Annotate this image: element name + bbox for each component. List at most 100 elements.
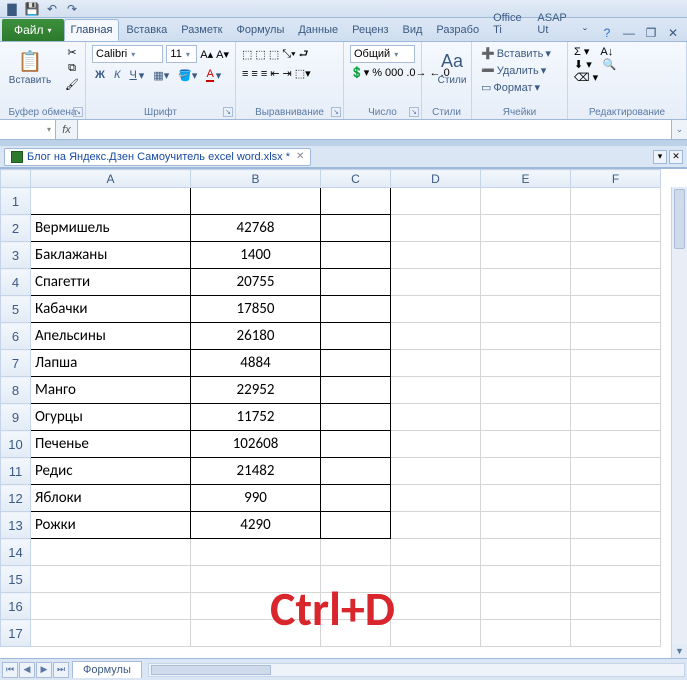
cell-C8[interactable] — [321, 377, 391, 404]
cell-C9[interactable] — [321, 404, 391, 431]
cell-F11[interactable] — [571, 458, 661, 485]
clipboard-launcher[interactable]: ↘ — [73, 107, 83, 117]
tab-close-icon[interactable]: ✕ — [669, 150, 683, 164]
underline-button[interactable]: Ч▾ — [126, 67, 147, 84]
align-bottom-icon[interactable]: ⬚ — [269, 48, 279, 61]
cell-F2[interactable] — [571, 215, 661, 242]
cell-D2[interactable] — [391, 215, 481, 242]
cell-E6[interactable] — [481, 323, 571, 350]
cell-F5[interactable] — [571, 296, 661, 323]
cell-C5[interactable] — [321, 296, 391, 323]
sheet-nav-first-icon[interactable]: ⏮ — [2, 662, 18, 678]
cell-B5[interactable]: 17850 — [191, 296, 321, 323]
window-close-icon[interactable]: ✕ — [665, 25, 681, 41]
cell-C12[interactable] — [321, 485, 391, 512]
cell-D11[interactable] — [391, 458, 481, 485]
redo-icon[interactable]: ↷ — [64, 1, 80, 17]
ribbon-tab-4[interactable]: Данные — [291, 19, 345, 41]
ribbon-tab-6[interactable]: Вид — [396, 19, 430, 41]
cell-D15[interactable] — [391, 566, 481, 593]
row-header-10[interactable]: 10 — [1, 431, 31, 458]
cell-C11[interactable] — [321, 458, 391, 485]
align-right-icon[interactable]: ≡ — [261, 68, 267, 80]
fill-color-button[interactable]: 🪣▾ — [175, 67, 200, 84]
file-tab[interactable]: Файл — [2, 19, 64, 41]
row-header-13[interactable]: 13 — [1, 512, 31, 539]
ribbon-tab-0[interactable]: Главная — [64, 19, 120, 41]
cell-E4[interactable] — [481, 269, 571, 296]
cell-A14[interactable] — [31, 539, 191, 566]
cell-B13[interactable]: 4290 — [191, 512, 321, 539]
cell-A12[interactable]: Яблоки — [31, 485, 191, 512]
cell-B16[interactable] — [191, 593, 321, 620]
select-all-cell[interactable] — [1, 170, 31, 188]
sheet-nav-last-icon[interactable]: ⏭ — [53, 662, 69, 678]
col-header-B[interactable]: B — [191, 170, 321, 188]
align-top-icon[interactable]: ⬚ — [242, 48, 252, 61]
bold-button[interactable]: Ж — [92, 67, 108, 83]
scroll-thumb[interactable] — [674, 189, 685, 249]
sheet-tab[interactable]: Формулы — [72, 661, 142, 678]
cell-C16[interactable] — [321, 593, 391, 620]
autosum-icon[interactable]: Σ ▾ — [574, 45, 589, 58]
wrap-text-icon[interactable]: ⮐ — [299, 45, 309, 64]
cell-C14[interactable] — [321, 539, 391, 566]
cell-C7[interactable] — [321, 350, 391, 377]
fill-icon[interactable]: ⬇ ▾ — [574, 58, 592, 71]
paste-button[interactable]: 📋 Вставить — [6, 45, 54, 88]
cell-A4[interactable]: Спагетти — [31, 269, 191, 296]
cell-D8[interactable] — [391, 377, 481, 404]
clear-icon[interactable]: ⌫ ▾ — [574, 71, 598, 84]
cell-A7[interactable]: Лапша — [31, 350, 191, 377]
font-color-button[interactable]: A▾ — [203, 66, 224, 84]
cell-B12[interactable]: 990 — [191, 485, 321, 512]
cell-F9[interactable] — [571, 404, 661, 431]
ribbon-tab-7[interactable]: Разрабо — [429, 19, 486, 41]
col-header-D[interactable]: D — [391, 170, 481, 188]
grow-font-icon[interactable]: A▴ — [200, 48, 213, 61]
cell-F6[interactable] — [571, 323, 661, 350]
cell-B14[interactable] — [191, 539, 321, 566]
cell-F16[interactable] — [571, 593, 661, 620]
delete-cells-button[interactable]: ➖Удалить ▾ — [478, 62, 561, 79]
row-header-4[interactable]: 4 — [1, 269, 31, 296]
name-box[interactable]: ▾ — [0, 120, 56, 139]
orientation-icon[interactable]: ⤡▾ — [282, 48, 295, 61]
cell-A8[interactable]: Манго — [31, 377, 191, 404]
row-header-12[interactable]: 12 — [1, 485, 31, 512]
ribbon-tab-5[interactable]: Реценз — [345, 19, 395, 41]
window-min-icon[interactable]: — — [621, 25, 637, 41]
col-header-C[interactable]: C — [321, 170, 391, 188]
align-center-icon[interactable]: ≡ — [251, 68, 257, 80]
row-header-7[interactable]: 7 — [1, 350, 31, 377]
cell-C4[interactable] — [321, 269, 391, 296]
cell-A16[interactable] — [31, 593, 191, 620]
vertical-scrollbar[interactable]: ▲ ▼ — [671, 187, 687, 658]
italic-button[interactable]: К — [111, 67, 123, 83]
increase-indent-icon[interactable]: ⇥ — [282, 67, 291, 80]
horizontal-scrollbar[interactable] — [148, 663, 685, 677]
col-header-A[interactable]: A — [31, 170, 191, 188]
cell-D16[interactable] — [391, 593, 481, 620]
cell-B7[interactable]: 4884 — [191, 350, 321, 377]
cell-F15[interactable] — [571, 566, 661, 593]
align-launcher[interactable]: ↘ — [331, 107, 341, 117]
cell-E12[interactable] — [481, 485, 571, 512]
format-painter-icon[interactable]: 🖌 — [65, 78, 79, 91]
minimize-ribbon-icon[interactable]: ˇ — [577, 25, 593, 41]
row-header-5[interactable]: 5 — [1, 296, 31, 323]
cell-B3[interactable]: 1400 — [191, 242, 321, 269]
cell-F12[interactable] — [571, 485, 661, 512]
cell-A15[interactable] — [31, 566, 191, 593]
cell-A1[interactable]: Товар — [31, 188, 191, 215]
align-left-icon[interactable]: ≡ — [242, 68, 248, 80]
cell-A3[interactable]: Баклажаны — [31, 242, 191, 269]
fx-icon[interactable]: fx — [56, 120, 78, 139]
merge-button[interactable]: ⬚▾ — [295, 67, 311, 80]
cell-D13[interactable] — [391, 512, 481, 539]
cell-E14[interactable] — [481, 539, 571, 566]
window-restore-icon[interactable]: ❐ — [643, 25, 659, 41]
cut-icon[interactable]: ✂ — [65, 46, 79, 59]
cell-D9[interactable] — [391, 404, 481, 431]
cell-A10[interactable]: Печенье — [31, 431, 191, 458]
